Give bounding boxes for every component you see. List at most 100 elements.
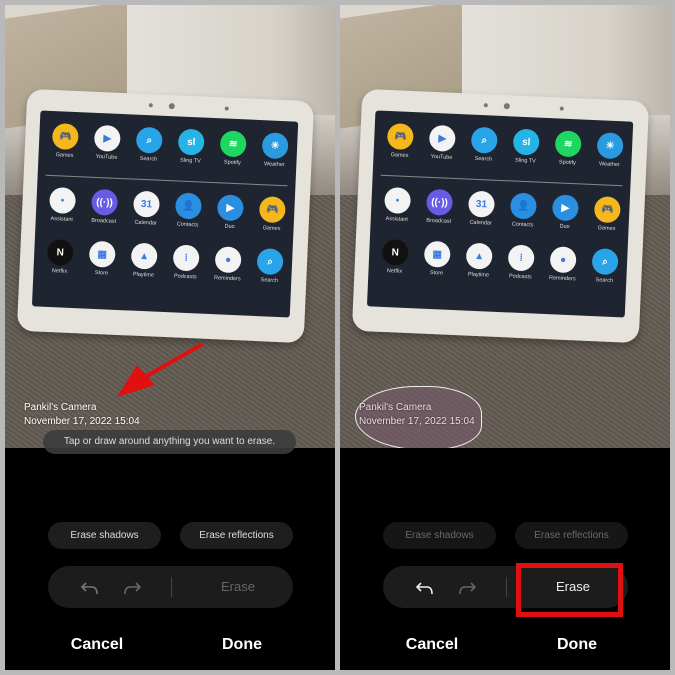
app-tile[interactable]: 🎮 Games [586,196,627,233]
app-tile[interactable]: • Assistant [377,186,418,224]
app-icon: 👤 [174,192,203,220]
app-label: Search [260,277,279,284]
app-label: Contacts [176,221,199,229]
done-button[interactable]: Done [527,636,627,654]
app-icon: ▶ [428,124,456,152]
app-tile[interactable]: 🎮 Games [379,123,420,160]
panel-after-selection: 🎮 Games ▶ YouTube ⌕ Search sl Sling TV ≋ Spotify ☀… [340,5,670,670]
camera-lens [503,103,510,110]
app-label: Broadcast [91,217,117,225]
done-button[interactable]: Done [192,636,292,654]
app-label: Reminders [213,275,241,283]
app-tile[interactable]: 🎮 Games [251,196,292,233]
app-tile[interactable]: ⌕ Search [128,126,169,163]
app-tile[interactable]: 👤 Contacts [168,192,209,229]
redo-icon[interactable] [455,576,477,598]
erase-reflections-button[interactable]: Erase reflections [180,522,293,549]
app-tile[interactable]: ▦ Store [81,240,122,277]
app-tile[interactable]: ☀ Weather [254,132,295,169]
app-tile[interactable]: ⌕ Search [463,126,504,163]
edit-toolbar: Erase [48,566,293,608]
watermark-date: November 17, 2022 15:04 [359,416,475,427]
erase-shadows-button[interactable]: Erase shadows [383,522,496,549]
app-icon: ▦ [423,240,451,268]
red-arrow-annotation [117,343,203,397]
app-tile[interactable]: N Netflix [374,238,415,276]
app-icon: ● [214,246,242,274]
app-label: Sling TV [514,157,536,165]
panel-before-selection: 🎮 Games ▶ YouTube ⌕ Search sl Sling TV ≋ Spotify ☀… [5,5,335,670]
app-icon: 👤 [509,192,538,220]
app-icon: ⁞ [172,244,200,272]
redo-icon[interactable] [120,576,142,598]
app-label: Spotify [558,159,576,167]
app-label: Store [94,269,109,277]
app-icon: ▶ [216,194,244,222]
app-tile[interactable]: ⌕ Search [249,248,290,285]
app-tile[interactable]: 👤 Contacts [503,192,544,229]
app-tile[interactable]: ▲ Playtime [458,242,499,279]
app-label: Duo [224,223,235,231]
app-label: Calendar [469,219,492,227]
erase-button[interactable]: Erase [188,566,288,608]
cancel-button[interactable]: Cancel [382,636,482,654]
erase-shadows-button[interactable]: Erase shadows [48,522,161,549]
photo-canvas[interactable]: 🎮 Games ▶ YouTube ⌕ Search sl Sling TV ≋ Spotify ☀… [5,5,335,448]
app-label: Games [390,152,409,159]
app-icon: 🎮 [258,196,286,224]
undo-icon[interactable] [415,576,437,598]
smart-display: 🎮 Games ▶ YouTube ⌕ Search sl Sling TV ≋ Spotify ☀… [351,88,650,344]
app-tile[interactable]: ▶ YouTube [421,124,462,162]
app-icon: ▲ [465,242,493,270]
app-tile[interactable]: ● Reminders [542,246,583,283]
app-tile[interactable]: 🎮 Games [44,123,85,160]
app-icon: ▲ [130,242,158,270]
app-tile[interactable]: ▦ Store [416,240,457,277]
app-icon: N [46,238,74,267]
app-tile[interactable]: ((·)) Broadcast [419,188,460,225]
app-tile[interactable]: ▶ Duo [209,194,250,231]
app-tile[interactable]: ▲ Playtime [123,242,164,279]
app-tile[interactable]: ≋ Spotify [212,130,253,167]
app-icon: sl [512,128,540,156]
app-icon: ▶ [551,194,579,222]
app-tile[interactable]: ⌕ Search [584,248,625,285]
app-tile[interactable]: ▶ YouTube [86,124,127,162]
app-tile[interactable]: sl Sling TV [505,128,546,165]
app-label: YouTube [95,153,118,161]
erase-reflections-button[interactable]: Erase reflections [515,522,628,549]
cancel-button[interactable]: Cancel [47,636,147,654]
app-tile[interactable]: sl Sling TV [170,128,211,165]
app-icon: ≋ [554,130,582,158]
app-icon: sl [177,128,205,156]
app-label: Sling TV [179,157,201,165]
divider [45,174,288,187]
app-tile[interactable]: ☀ Weather [589,132,630,169]
app-label: Contacts [511,221,534,229]
app-icon: • [49,186,77,215]
app-tile[interactable]: N Netflix [39,238,80,276]
app-icon: ▶ [93,124,121,152]
app-tile[interactable]: ⁞ Podcasts [500,244,541,281]
smart-display: 🎮 Games ▶ YouTube ⌕ Search sl Sling TV ≋ Spotify ☀… [16,88,315,344]
sensor-dot [559,106,564,111]
app-icon: ((·)) [425,188,454,216]
watermark-name: Pankil's Camera [359,402,432,413]
app-label: Games [597,225,616,233]
app-tile[interactable]: 31 Calendar [461,190,502,227]
app-label: Search [139,155,158,163]
undo-icon[interactable] [80,576,102,598]
sensor-dot [483,103,488,108]
photo-canvas[interactable]: 🎮 Games ▶ YouTube ⌕ Search sl Sling TV ≋ Spotify ☀… [340,5,670,448]
app-tile[interactable]: 31 Calendar [126,190,167,227]
app-tile[interactable]: ((·)) Broadcast [84,188,125,225]
app-tile[interactable]: ⁞ Podcasts [165,244,206,281]
app-label: Duo [559,223,570,231]
app-grid: 🎮 Games ▶ YouTube ⌕ Search sl Sling TV ≋ Spotify ☀… [366,110,634,318]
app-tile[interactable]: • Assistant [42,186,83,224]
app-label: Netflix [51,268,68,275]
app-tile[interactable]: ● Reminders [207,246,248,283]
watermark-date: November 17, 2022 15:04 [24,416,140,427]
app-tile[interactable]: ▶ Duo [544,194,585,231]
app-tile[interactable]: ≋ Spotify [547,130,588,167]
